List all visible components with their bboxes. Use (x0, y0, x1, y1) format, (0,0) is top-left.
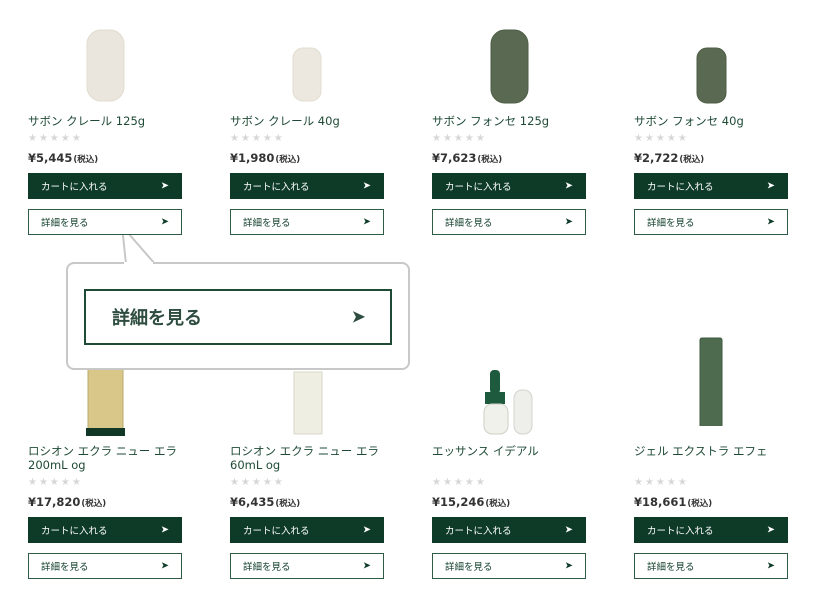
view-details-button[interactable]: 詳細を見る ➤ (634, 553, 788, 579)
product-image-gel-tube (699, 337, 723, 426)
arrow-right-icon: ➤ (362, 560, 371, 572)
arrow-right-icon: ➤ (160, 560, 169, 572)
product-name[interactable]: サボン フォンセ 125g (432, 114, 588, 128)
view-details-button[interactable]: 詳細を見る ➤ (230, 209, 384, 235)
product-name[interactable]: サボン クレール 40g (230, 114, 386, 128)
product-price: ¥7,623(税込) (432, 151, 503, 165)
rating-stars: ★★★★★ (28, 133, 83, 144)
view-details-button[interactable]: 詳細を見る ➤ (432, 209, 586, 235)
product-image-essence-dropper (483, 370, 533, 435)
rating-stars: ★★★★★ (230, 133, 285, 144)
product-price: ¥17,820(税込) (28, 495, 107, 509)
arrow-right-icon: ➤ (362, 180, 371, 192)
add-to-cart-button[interactable]: カートに入れる ➤ (28, 173, 182, 199)
product-image-soap-green-small (696, 47, 727, 104)
rating-stars: ★★★★★ (634, 133, 689, 144)
add-to-cart-button[interactable]: カートに入れる ➤ (432, 517, 586, 543)
arrow-right-icon: ➤ (766, 216, 775, 228)
product-price: ¥1,980(税込) (230, 151, 301, 165)
callout-view-details-button[interactable]: 詳細を見る ➤ (84, 289, 392, 345)
arrow-right-icon: ➤ (564, 216, 573, 228)
arrow-right-icon: ➤ (160, 216, 169, 228)
product-price: ¥2,722(税込) (634, 151, 705, 165)
arrow-right-icon: ➤ (766, 180, 775, 192)
add-to-cart-button[interactable]: カートに入れる ➤ (634, 517, 788, 543)
view-details-button[interactable]: 詳細を見る ➤ (634, 209, 788, 235)
arrow-right-icon: ➤ (362, 524, 371, 536)
arrow-right-icon: ➤ (766, 524, 775, 536)
add-to-cart-button[interactable]: カートに入れる ➤ (634, 173, 788, 199)
add-to-cart-button[interactable]: カートに入れる ➤ (28, 517, 182, 543)
rating-stars: ★★★★★ (634, 477, 689, 488)
arrow-right-icon: ➤ (362, 216, 371, 228)
product-price: ¥5,445(税込) (28, 151, 99, 165)
product-price: ¥6,435(税込) (230, 495, 301, 509)
arrow-right-icon: ➤ (564, 524, 573, 536)
product-name[interactable]: サボン クレール 125g (28, 114, 184, 128)
product-name[interactable]: ロシオン エクラ ニュー エラ 60mL og (230, 444, 386, 472)
arrow-right-icon: ➤ (160, 524, 169, 536)
product-image-soap-white-large (86, 29, 125, 102)
view-details-button[interactable]: 詳細を見る ➤ (432, 553, 586, 579)
rating-stars: ★★★★★ (432, 477, 487, 488)
rating-stars: ★★★★★ (230, 477, 285, 488)
rating-stars: ★★★★★ (28, 477, 83, 488)
product-name[interactable]: サボン フォンセ 40g (634, 114, 790, 128)
rating-stars: ★★★★★ (432, 133, 487, 144)
view-details-button[interactable]: 詳細を見る ➤ (230, 553, 384, 579)
arrow-right-icon: ➤ (350, 306, 366, 328)
add-to-cart-button[interactable]: カートに入れる ➤ (230, 517, 384, 543)
add-to-cart-button[interactable]: カートに入れる ➤ (230, 173, 384, 199)
view-details-button[interactable]: 詳細を見る ➤ (28, 209, 182, 235)
add-to-cart-button[interactable]: カートに入れる ➤ (432, 173, 586, 199)
product-name[interactable]: ジェル エクストラ エフェ (634, 444, 790, 458)
arrow-right-icon: ➤ (766, 560, 775, 572)
product-price: ¥18,661(税込) (634, 495, 713, 509)
product-image-soap-green-large (490, 29, 529, 104)
arrow-right-icon: ➤ (564, 180, 573, 192)
product-image-soap-white-small (292, 47, 322, 102)
arrow-right-icon: ➤ (160, 180, 169, 192)
product-price: ¥15,246(税込) (432, 495, 511, 509)
view-details-button[interactable]: 詳細を見る ➤ (28, 553, 182, 579)
arrow-right-icon: ➤ (564, 560, 573, 572)
product-name[interactable]: エッサンス イデアル (432, 444, 588, 458)
product-name[interactable]: ロシオン エクラ ニュー エラ 200mL og (28, 444, 184, 472)
